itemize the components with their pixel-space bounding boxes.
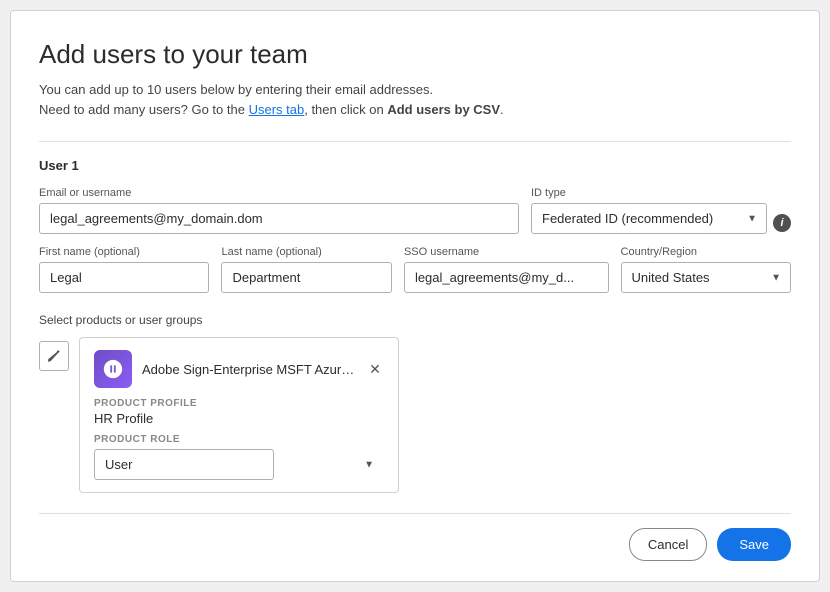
product-name: Adobe Sign-Enterprise MSFT Azure... [142,362,356,377]
description-end: . [500,102,504,117]
role-chevron-icon: ▼ [364,459,374,470]
email-input[interactable] [39,203,519,234]
sso-input[interactable] [404,262,609,293]
country-select-wrapper: United States Canada United Kingdom Germ… [621,262,791,293]
form-row-2: First name (optional) Last name (optiona… [39,246,791,293]
product-role-select-wrapper: User Admin Developer ▼ [94,449,384,480]
product-profile-label: PRODUCT PROFILE [94,398,384,409]
user-section-title: User 1 [39,158,791,173]
pencil-icon [47,349,61,363]
sso-group: SSO username [404,246,609,293]
product-role-select[interactable]: User Admin Developer [94,449,274,480]
id-type-select-wrapper: Federated ID (recommended) Enterprise ID… [531,203,767,234]
edit-products-button[interactable] [39,341,69,371]
email-group: Email or username [39,187,519,234]
description-text-2: Need to add many users? Go to the [39,102,249,117]
csv-bold-text: Add users by CSV [387,102,500,117]
product-card-header: Adobe Sign-Enterprise MSFT Azure... ✕ [94,350,384,388]
adobe-sign-icon [102,358,124,380]
product-role-label: PRODUCT ROLE [94,434,384,445]
footer-buttons: Cancel Save [39,528,791,561]
user-section: User 1 Email or username ID type Federat… [39,158,791,305]
modal-footer: Cancel Save [39,493,791,561]
description-text-1: You can add up to 10 users below by ente… [39,82,433,97]
cancel-button[interactable]: Cancel [629,528,707,561]
id-type-select[interactable]: Federated ID (recommended) Enterprise ID… [531,203,767,234]
modal-title: Add users to your team [39,39,791,70]
id-type-inner: ID type Federated ID (recommended) Enter… [531,187,767,234]
email-label: Email or username [39,187,519,199]
products-section: Select products or user groups Adobe Sig… [39,313,791,493]
country-select[interactable]: United States Canada United Kingdom Germ… [621,262,791,293]
last-name-label: Last name (optional) [221,246,391,258]
products-area: Adobe Sign-Enterprise MSFT Azure... ✕ PR… [39,337,791,493]
description-text-3: , then click on [304,102,387,117]
id-type-label: ID type [531,187,767,199]
id-type-group: ID type Federated ID (recommended) Enter… [531,187,791,234]
last-name-input[interactable] [221,262,391,293]
country-label: Country/Region [621,246,791,258]
info-icon[interactable]: i [773,214,791,232]
sso-label: SSO username [404,246,609,258]
add-users-modal: Add users to your team You can add up to… [10,10,820,582]
country-group: Country/Region United States Canada Unit… [621,246,791,293]
first-name-group: First name (optional) [39,246,209,293]
save-button[interactable]: Save [717,528,791,561]
last-name-group: Last name (optional) [221,246,391,293]
header-divider [39,141,791,142]
form-row-1: Email or username ID type Federated ID (… [39,187,791,234]
modal-description: You can add up to 10 users below by ente… [39,80,791,119]
product-close-button[interactable]: ✕ [366,360,384,378]
product-card: Adobe Sign-Enterprise MSFT Azure... ✕ PR… [79,337,399,493]
first-name-input[interactable] [39,262,209,293]
product-profile-value: HR Profile [94,411,384,426]
role-select-container: User Admin Developer ▼ [94,449,384,480]
first-name-label: First name (optional) [39,246,209,258]
products-label: Select products or user groups [39,313,791,327]
footer-divider [39,513,791,514]
users-tab-link[interactable]: Users tab [249,102,305,117]
product-icon [94,350,132,388]
